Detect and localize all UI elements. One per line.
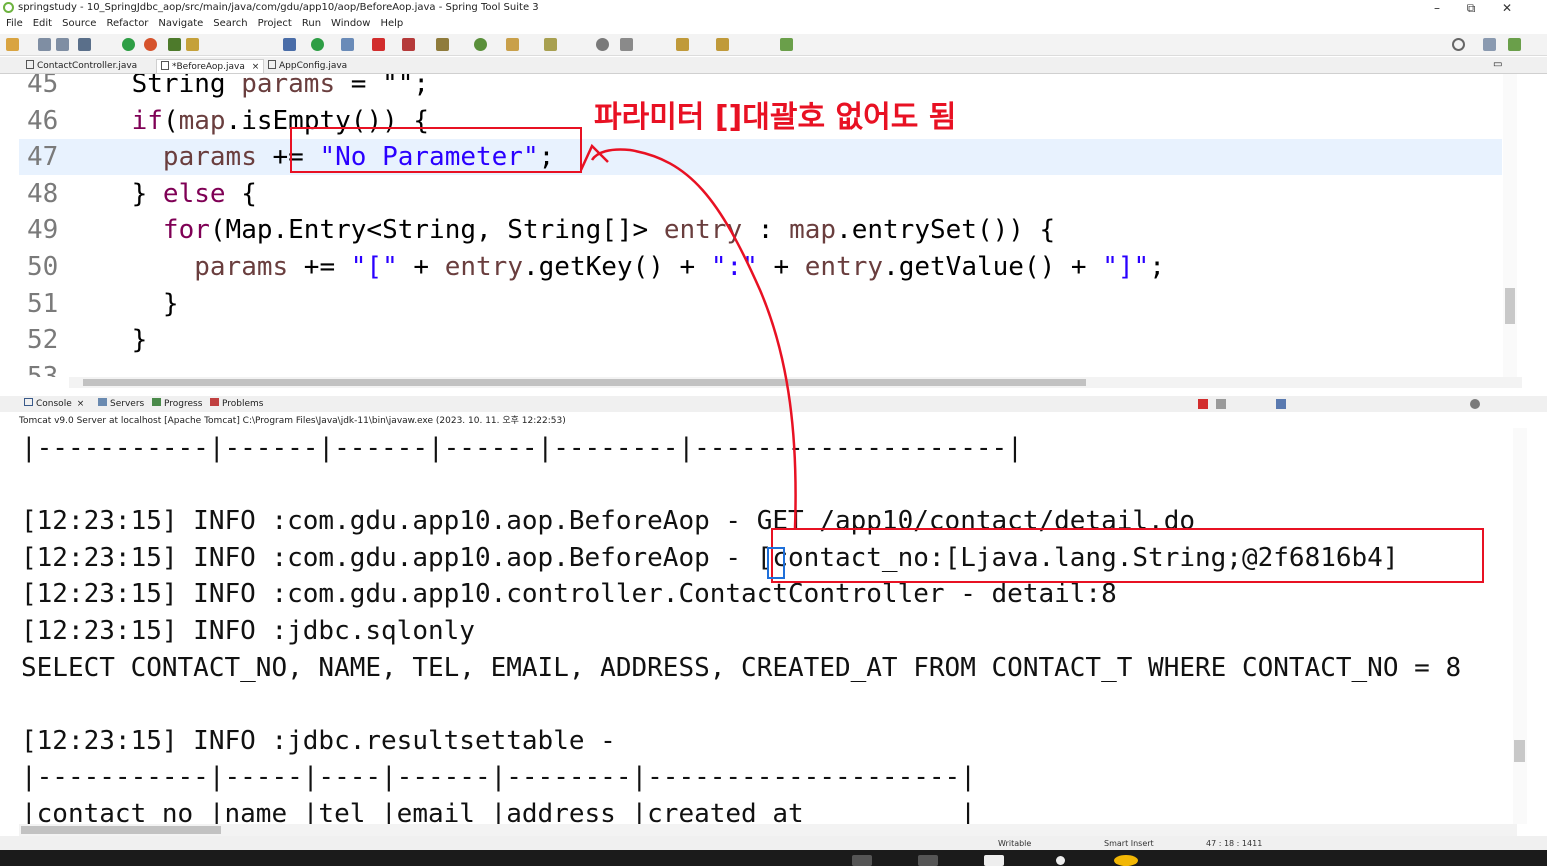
taskbar-app-icon[interactable]: [918, 855, 938, 866]
taskbar-app-icon[interactable]: [852, 855, 872, 866]
taskbar: [0, 850, 1547, 866]
taskbar-app-icon[interactable]: [984, 855, 1004, 866]
status-cursor-position: 47 : 18 : 1411: [1206, 839, 1263, 848]
status-bar: Writable Smart Insert 47 : 18 : 1411: [0, 836, 1547, 850]
status-insert-mode: Smart Insert: [1104, 839, 1154, 848]
taskbar-user-icon[interactable]: [1056, 856, 1065, 865]
annotation-arrow: [579, 143, 797, 529]
taskbar-emoji-icon[interactable]: [1114, 855, 1138, 866]
status-writable: Writable: [998, 839, 1032, 848]
